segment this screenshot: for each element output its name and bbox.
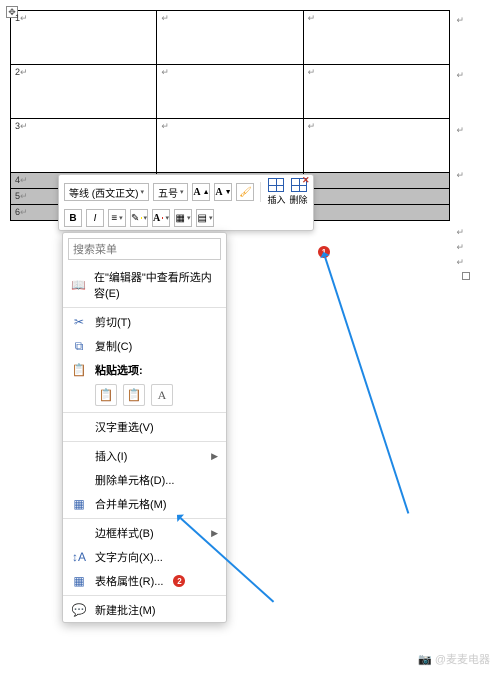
table-row: 1↵↵↵ (11, 11, 450, 65)
delete-table-button[interactable]: ✕ 删除 (290, 178, 308, 206)
menu-item-text-direction[interactable]: ↕A文字方向(X)... (63, 545, 226, 569)
paragraph-mark-icon: ↵ (456, 170, 464, 181)
menu-item-new-comment[interactable]: 💬新建批注(M) (63, 598, 226, 622)
annotation-badge: 2 (173, 575, 185, 587)
menu-item-delete-cells[interactable]: 删除单元格(D)... (63, 468, 226, 492)
menu-search-input[interactable]: 搜索菜单 (68, 238, 221, 260)
font-color-icon: A (153, 213, 160, 224)
menu-item-paste-options: 📋粘贴选项: (63, 358, 226, 382)
table-properties-icon: ▦ (71, 574, 87, 588)
align-button[interactable]: ≡▾ (108, 209, 126, 227)
menu-item-look-up[interactable]: 📖在"编辑器"中查看所选内容(E) (63, 265, 226, 305)
book-icon: 📖 (71, 278, 86, 292)
italic-button[interactable]: I (86, 209, 104, 227)
copy-icon: ⧉ (71, 339, 87, 354)
paragraph-mark-icon: ↵ (456, 257, 464, 268)
paste-keep-source-button[interactable]: 📋 (95, 384, 117, 406)
menu-item-insert[interactable]: 插入(I)▶ (63, 444, 226, 468)
menu-item-reconvert[interactable]: 汉字重选(V) (63, 415, 226, 439)
chevron-right-icon: ▶ (211, 528, 218, 539)
clipboard-icon: 📋 (71, 363, 87, 377)
menu-item-table-properties[interactable]: ▦表格属性(R)...2 (63, 569, 226, 593)
paragraph-mark-icon: ↵ (456, 70, 464, 81)
format-painter-button[interactable]: 🖌 (236, 183, 254, 201)
annotation-arrow-icon (324, 256, 409, 513)
shrink-font-button[interactable]: A▼ (214, 183, 232, 201)
paragraph-mark-icon: ↵ (456, 227, 464, 238)
font-color-button[interactable]: A▾ (152, 209, 170, 227)
table-row: 2↵↵↵ (11, 65, 450, 119)
table-resize-handle-icon[interactable] (462, 272, 470, 280)
menu-item-border-styles[interactable]: 边框样式(B)▶ (63, 521, 226, 545)
watermark: 📷 @麦麦电器 (418, 651, 490, 667)
grow-font-button[interactable]: A▲ (192, 183, 210, 201)
comment-icon: 💬 (71, 603, 87, 617)
paragraph-mark-icon: ↵ (456, 15, 464, 26)
paste-merge-button[interactable]: 📋 (123, 384, 145, 406)
border-icon: ▦ (176, 213, 185, 224)
merge-icon: ▦ (71, 497, 87, 511)
menu-item-merge-cells[interactable]: ▦合并单元格(M) (63, 492, 226, 516)
table-icon (268, 178, 284, 192)
font-size-select[interactable]: 五号▾ (153, 183, 189, 201)
paintbrush-icon: 🖌 (239, 187, 252, 198)
scissors-icon: ✂ (71, 315, 87, 329)
menu-item-cut[interactable]: ✂剪切(T) (63, 310, 226, 334)
mini-toolbar: 等线 (西文正文)▾ 五号▾ A▲ A▼ 🖌 插入 ✕ 删除 B I ≡▾ ✎▾… (58, 174, 314, 231)
text-direction-icon: ↕A (71, 550, 87, 564)
paste-text-only-button[interactable]: A (151, 384, 173, 406)
align-icon: ≡ (111, 213, 117, 224)
font-name-select[interactable]: 等线 (西文正文)▾ (64, 183, 149, 201)
insert-table-button[interactable]: 插入 (267, 178, 285, 206)
highlight-button[interactable]: ✎▾ (130, 209, 148, 227)
table-row: 3↵↵↵ (11, 119, 450, 173)
chevron-right-icon: ▶ (211, 451, 218, 462)
borders-button[interactable]: ▦▾ (174, 209, 192, 227)
highlight-icon: ✎ (131, 213, 139, 224)
table-delete-icon: ✕ (291, 178, 307, 192)
context-menu: 搜索菜单 📖在"编辑器"中查看所选内容(E) ✂剪切(T) ⧉复制(C) 📋粘贴… (62, 232, 227, 623)
bold-button[interactable]: B (64, 209, 82, 227)
menu-item-copy[interactable]: ⧉复制(C) (63, 334, 226, 358)
paragraph-mark-icon: ↵ (456, 242, 464, 253)
grid-icon: ▤ (198, 213, 207, 224)
insert-dropdown-button[interactable]: ▤▾ (196, 209, 214, 227)
paragraph-mark-icon: ↵ (456, 125, 464, 136)
